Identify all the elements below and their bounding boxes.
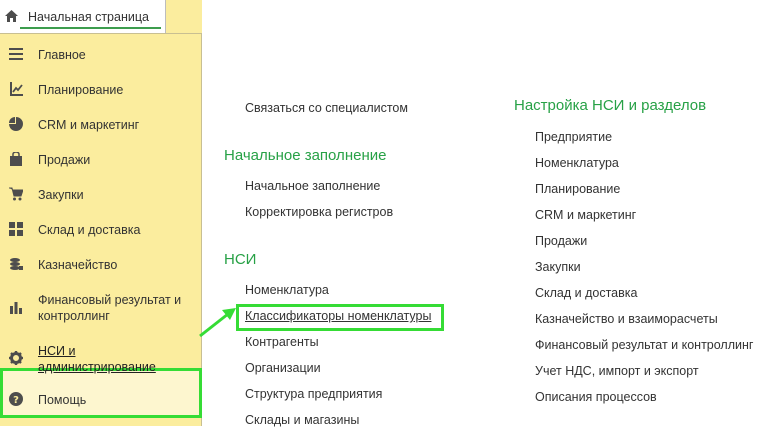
sidebar-item-label: Склад и доставка bbox=[38, 223, 141, 237]
main-content: Связаться со специалистом Начальное запо… bbox=[202, 0, 780, 427]
link-settings-enterprise[interactable]: Предприятие bbox=[535, 130, 612, 144]
link-settings-nomenclature[interactable]: Номенклатура bbox=[535, 156, 619, 170]
link-settings-financial-result[interactable]: Финансовый результат и контроллинг bbox=[535, 338, 753, 352]
section-title-nsi: НСИ bbox=[224, 251, 257, 268]
link-enterprise-structure[interactable]: Структура предприятия bbox=[245, 387, 382, 401]
sidebar: Главное Планирование CRM и маркетинг Про… bbox=[0, 34, 202, 426]
link-settings-sales[interactable]: Продажи bbox=[535, 234, 587, 248]
gear-icon bbox=[9, 351, 23, 365]
sidebar-item-purchases[interactable]: Закупки bbox=[0, 185, 200, 205]
cart-icon bbox=[9, 187, 23, 201]
link-settings-planning[interactable]: Планирование bbox=[535, 182, 620, 196]
sidebar-item-nsi-admin[interactable]: НСИ и администрирование bbox=[0, 342, 200, 378]
planning-icon bbox=[10, 82, 23, 96]
sidebar-item-label: НСИ и администрирование bbox=[38, 344, 156, 374]
link-settings-process-descriptions[interactable]: Описания процессов bbox=[535, 390, 657, 404]
link-settings-treasury[interactable]: Казначейство и взаиморасчеты bbox=[535, 312, 718, 326]
sidebar-item-treasury[interactable]: Казначейство bbox=[0, 255, 200, 275]
bar-chart-icon bbox=[10, 302, 22, 314]
sidebar-item-label: Помощь bbox=[38, 393, 87, 407]
classifiers-highlight-box bbox=[236, 304, 444, 331]
sidebar-item-help[interactable]: ? Помощь bbox=[0, 390, 200, 410]
link-contact-specialist[interactable]: Связаться со специалистом bbox=[245, 101, 408, 115]
section-title-initial-fill: Начальное заполнение bbox=[224, 147, 387, 164]
sidebar-item-label: Финансовый результат и контроллинг bbox=[38, 293, 182, 323]
sidebar-item-financial-result[interactable]: Финансовый результат и контроллинг bbox=[0, 290, 200, 326]
sidebar-item-warehouse[interactable]: Склад и доставка bbox=[0, 220, 200, 240]
help-icon: ? bbox=[9, 392, 23, 406]
svg-text:?: ? bbox=[13, 395, 19, 406]
coins-icon bbox=[10, 258, 23, 270]
sidebar-item-crm[interactable]: CRM и маркетинг bbox=[0, 115, 200, 135]
link-settings-vat[interactable]: Учет НДС, импорт и экспорт bbox=[535, 364, 699, 378]
sidebar-item-label: Планирование bbox=[38, 83, 124, 97]
home-tab-label: Начальная страница bbox=[28, 10, 149, 24]
sidebar-item-label: Казначейство bbox=[38, 258, 118, 272]
sidebar-item-label: Закупки bbox=[38, 188, 84, 202]
link-register-correction[interactable]: Корректировка регистров bbox=[245, 205, 393, 219]
link-organizations[interactable]: Организации bbox=[245, 361, 321, 375]
link-settings-warehouse[interactable]: Склад и доставка bbox=[535, 286, 637, 300]
link-initial-fill[interactable]: Начальное заполнение bbox=[245, 179, 380, 193]
tab-bar: Начальная страница bbox=[0, 0, 202, 34]
annotation-arrow-icon bbox=[199, 308, 236, 338]
home-tab[interactable]: Начальная страница bbox=[0, 0, 166, 33]
warehouse-grid-icon bbox=[9, 222, 23, 236]
tab-active-underline bbox=[20, 27, 161, 29]
sidebar-item-sales[interactable]: Продажи bbox=[0, 150, 200, 170]
sidebar-item-label: Главное bbox=[38, 48, 86, 62]
shopping-bag-icon bbox=[10, 152, 22, 166]
menu-lines-icon bbox=[9, 48, 23, 60]
link-nomenclature[interactable]: Номенклатура bbox=[245, 283, 329, 297]
sidebar-item-main[interactable]: Главное bbox=[0, 45, 200, 65]
sidebar-item-label: CRM и маркетинг bbox=[38, 118, 140, 132]
section-title-nsi-settings: Настройка НСИ и разделов bbox=[514, 97, 707, 114]
link-settings-crm[interactable]: CRM и маркетинг bbox=[535, 208, 636, 222]
sidebar-item-label: Продажи bbox=[38, 153, 91, 167]
home-icon bbox=[5, 10, 18, 22]
link-counterparties[interactable]: Контрагенты bbox=[245, 335, 319, 349]
pie-chart-icon bbox=[9, 117, 23, 131]
sidebar-item-planning[interactable]: Планирование bbox=[0, 80, 200, 100]
link-warehouses-stores[interactable]: Склады и магазины bbox=[245, 413, 359, 427]
link-settings-purchases[interactable]: Закупки bbox=[535, 260, 581, 274]
